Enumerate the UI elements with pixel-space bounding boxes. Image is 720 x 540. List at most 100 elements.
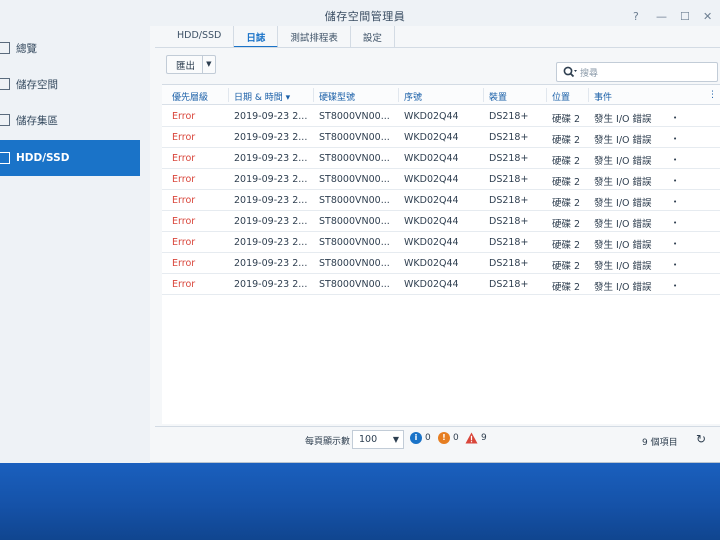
- more-dot-icon: •: [673, 198, 678, 206]
- location-cell: 硬碟 2: [552, 114, 581, 125]
- per-page-label: 每頁顯示數: [305, 437, 351, 447]
- event-cell: 發生 I/O 錯誤: [594, 177, 652, 188]
- more-dot-icon: •: [673, 282, 678, 290]
- per-page-select[interactable]: 100 ▼: [352, 430, 404, 449]
- more-dot-icon: •: [673, 261, 678, 269]
- tab-settings[interactable]: 設定: [351, 26, 395, 48]
- priority-cell: Error: [172, 216, 196, 227]
- sidebar-item-hdd-ssd[interactable]: HDD/SSD: [0, 140, 140, 176]
- table-header: 優先層級 日期 & 時間 ▾ 硬碟型號 序號 裝置 位置 事件 ⋮: [162, 85, 720, 105]
- minimize-icon[interactable]: —: [656, 10, 667, 23]
- warning-count: 0: [453, 433, 459, 443]
- sidebar-item-storage-pool[interactable]: 儲存集區: [0, 102, 140, 138]
- priority-cell: Error: [172, 237, 196, 248]
- table-row[interactable]: Error 2019-09-23 2... ST8000VN00... WKD02Q4…: [162, 169, 720, 190]
- serial-cell: WKD02Q44: [404, 279, 459, 290]
- column-divider: [546, 88, 547, 102]
- table-row[interactable]: Error 2019-09-23 2... ST8000VN00... WKD02Q4…: [162, 127, 720, 148]
- info-count: 0: [425, 433, 431, 443]
- tab-hdd-ssd[interactable]: HDD/SSD: [165, 26, 235, 48]
- tab-test-schedule[interactable]: 測試排程表: [278, 26, 351, 48]
- priority-cell: Error: [172, 153, 196, 164]
- serial-cell: WKD02Q44: [404, 216, 459, 227]
- help-icon[interactable]: ?: [633, 10, 639, 23]
- device-cell: DS218+: [489, 237, 529, 248]
- per-page-value: 100: [359, 434, 378, 445]
- window-title: 儲存空間管理員: [324, 10, 406, 23]
- device-cell: DS218+: [489, 111, 529, 122]
- column-header-location[interactable]: 位置: [552, 90, 570, 103]
- sidebar: 總覽 儲存空間 儲存集區 HDD/SSD: [0, 26, 150, 463]
- column-header-priority[interactable]: 優先層級: [172, 90, 208, 103]
- export-button[interactable]: 匯出 ▼: [166, 55, 216, 74]
- model-cell: ST8000VN00...: [319, 195, 390, 206]
- datetime-cell: 2019-09-23 2...: [234, 132, 308, 143]
- datetime-cell: 2019-09-23 2...: [234, 237, 308, 248]
- log-table: 優先層級 日期 & 時間 ▾ 硬碟型號 序號 裝置 位置 事件 ⋮ Error 2…: [162, 84, 720, 424]
- close-icon[interactable]: ✕: [703, 10, 712, 23]
- info-count-badge: i 0: [410, 432, 431, 444]
- tab-log[interactable]: 日誌: [234, 26, 279, 48]
- column-header-event[interactable]: 事件: [594, 90, 612, 103]
- desktop-background: [0, 455, 720, 540]
- warning-count-badge: ! 0: [438, 432, 459, 444]
- model-cell: ST8000VN00...: [319, 153, 390, 164]
- priority-cell: Error: [172, 279, 196, 290]
- table-row[interactable]: Error 2019-09-23 2... ST8000VN00... WKD02Q4…: [162, 211, 720, 232]
- priority-cell: Error: [172, 132, 196, 143]
- sidebar-item-overview[interactable]: 總覽: [0, 30, 140, 66]
- table-row[interactable]: Error 2019-09-23 2... ST8000VN00... WKD02Q4…: [162, 190, 720, 211]
- datetime-cell: 2019-09-23 2...: [234, 111, 308, 122]
- priority-cell: Error: [172, 258, 196, 269]
- event-cell: 發生 I/O 錯誤: [594, 114, 652, 125]
- event-cell: 發生 I/O 錯誤: [594, 219, 652, 230]
- maximize-icon[interactable]: ☐: [680, 10, 690, 23]
- table-row[interactable]: Error 2019-09-23 2... ST8000VN00... WKD02Q4…: [162, 232, 720, 253]
- more-dot-icon: •: [673, 219, 678, 227]
- title-bar: 儲存空間管理員 ? — ☐ ✕: [0, 0, 720, 26]
- datetime-cell: 2019-09-23 2...: [234, 174, 308, 185]
- error-count-badge: 9: [465, 432, 487, 444]
- refresh-icon[interactable]: ↻: [692, 432, 710, 450]
- storage-manager-window: 儲存空間管理員 ? — ☐ ✕ 總覽 儲存空間 儲存集區 HDD/SSD HDD…: [0, 0, 720, 463]
- column-header-serial[interactable]: 序號: [404, 90, 422, 103]
- location-cell: 硬碟 2: [552, 156, 581, 167]
- column-divider: [398, 88, 399, 102]
- column-divider: [228, 88, 229, 102]
- serial-cell: WKD02Q44: [404, 258, 459, 269]
- column-menu-icon[interactable]: ⋮: [708, 90, 717, 100]
- serial-cell: WKD02Q44: [404, 195, 459, 206]
- more-dot-icon: •: [673, 135, 678, 143]
- location-cell: 硬碟 2: [552, 240, 581, 251]
- table-row[interactable]: Error 2019-09-23 2... ST8000VN00... WKD02Q4…: [162, 106, 720, 127]
- table-row[interactable]: Error 2019-09-23 2... ST8000VN00... WKD02Q4…: [162, 148, 720, 169]
- sort-desc-icon: ▾: [285, 93, 291, 103]
- table-row[interactable]: Error 2019-09-23 2... ST8000VN00... WKD02Q4…: [162, 253, 720, 274]
- sidebar-item-volume[interactable]: 儲存空間: [0, 66, 140, 102]
- search-placeholder: 搜尋: [580, 68, 599, 79]
- device-cell: DS218+: [489, 174, 529, 185]
- sidebar-item-label: 總覽: [16, 42, 37, 55]
- location-cell: 硬碟 2: [552, 261, 581, 272]
- error-triangle-icon: [465, 432, 478, 444]
- column-header-datetime[interactable]: 日期 & 時間 ▾: [234, 90, 290, 103]
- priority-cell: Error: [172, 174, 196, 185]
- column-header-label: 日期 & 時間: [234, 93, 283, 103]
- location-cell: 硬碟 2: [552, 198, 581, 209]
- search-input[interactable]: 搜尋: [556, 62, 718, 82]
- column-divider: [483, 88, 484, 102]
- event-cell: 發生 I/O 錯誤: [594, 240, 652, 251]
- column-header-model[interactable]: 硬碟型號: [319, 90, 355, 103]
- event-cell: 發生 I/O 錯誤: [594, 261, 652, 272]
- overview-icon: [0, 42, 10, 54]
- warning-icon: !: [438, 432, 450, 444]
- location-cell: 硬碟 2: [552, 282, 581, 293]
- column-divider: [313, 88, 314, 102]
- more-dot-icon: •: [673, 177, 678, 185]
- column-header-device[interactable]: 裝置: [489, 90, 507, 103]
- device-cell: DS218+: [489, 279, 529, 290]
- serial-cell: WKD02Q44: [404, 111, 459, 122]
- table-row[interactable]: Error 2019-09-23 2... ST8000VN00... WKD02Q4…: [162, 274, 720, 295]
- chevron-down-icon[interactable]: ▼: [201, 56, 215, 73]
- device-cell: DS218+: [489, 195, 529, 206]
